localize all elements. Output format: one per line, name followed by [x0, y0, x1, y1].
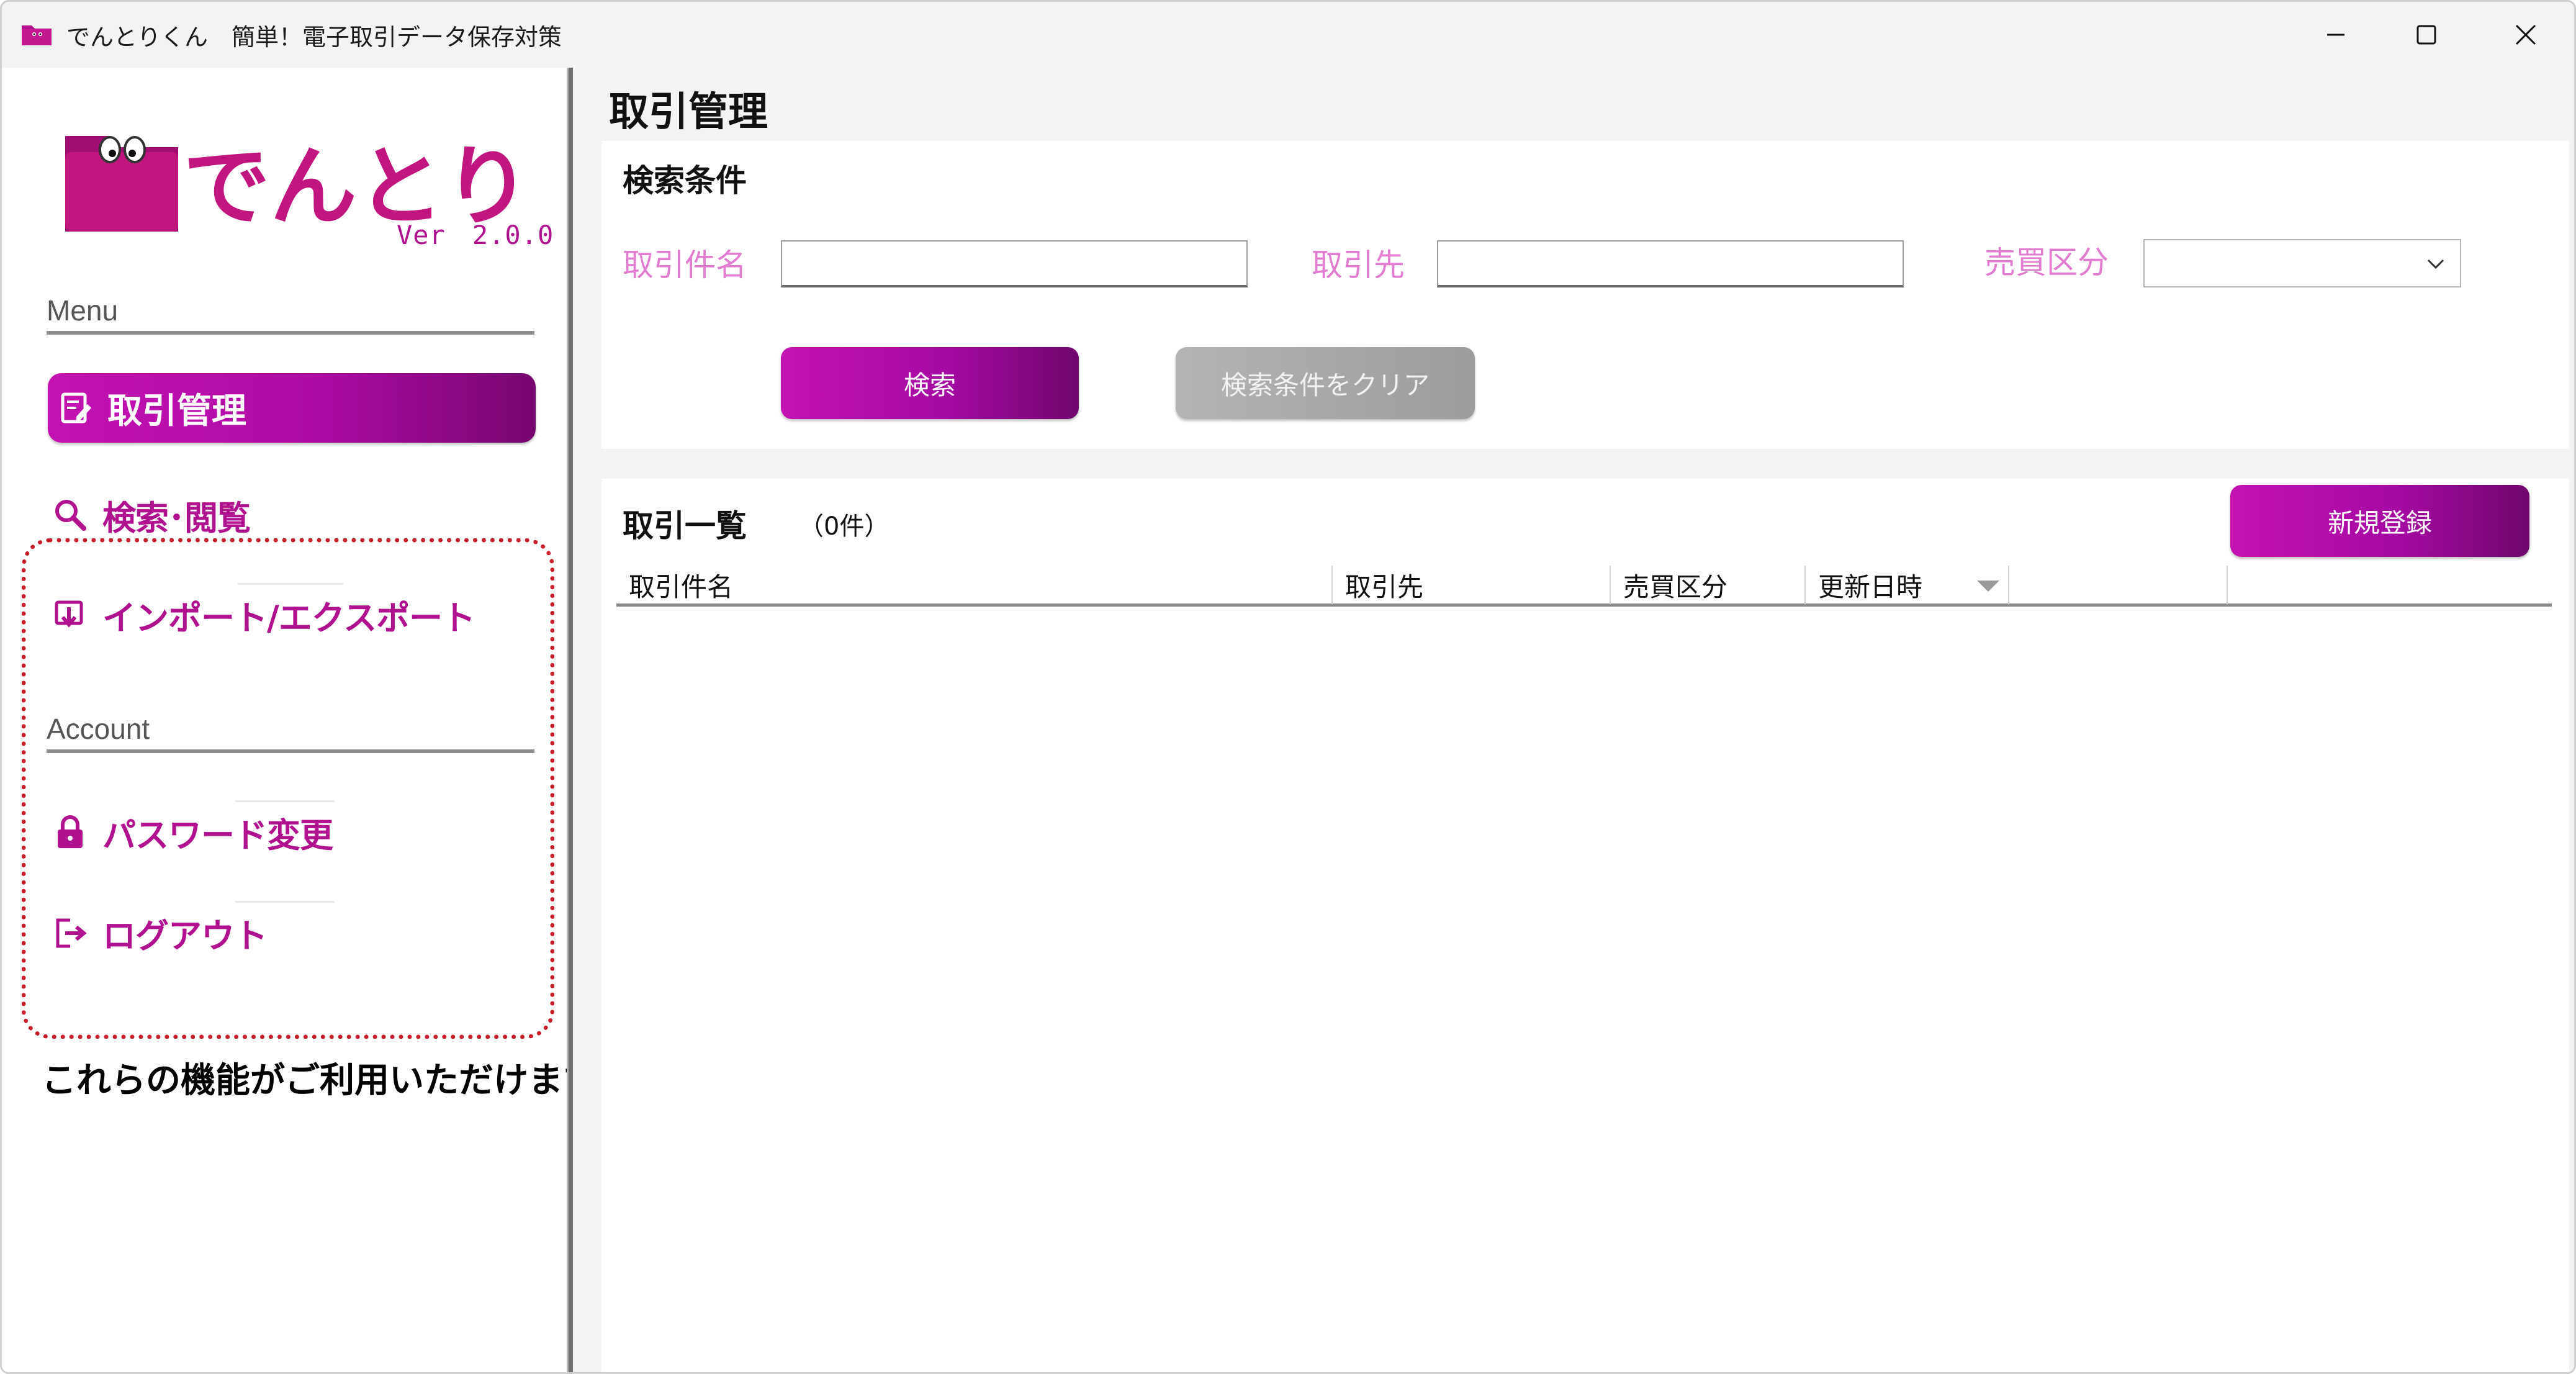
- sidebar-item-search-view[interactable]: 検索･閲覧: [50, 487, 251, 543]
- column-header-updated-at[interactable]: 更新日時: [1806, 566, 2009, 604]
- close-button[interactable]: [2476, 2, 2574, 68]
- column-header-label: 更新日時: [1818, 571, 1923, 602]
- app-folder-icon: [22, 25, 52, 45]
- account-heading-divider: [47, 749, 534, 753]
- search-icon: [50, 495, 90, 535]
- logout-icon: [50, 913, 90, 952]
- sidebar-item-label: インポート/エクスポート: [102, 598, 475, 638]
- chevron-down-icon: [2427, 259, 2444, 269]
- menu-heading: Menu: [47, 294, 119, 327]
- column-header-trade-type[interactable]: 売買区分: [1611, 566, 1806, 604]
- menu-heading-divider: [47, 331, 534, 335]
- app-window: でんとりくん 簡単！電子取引データ保存対策 でんとりくん Ver 2.0.0 M…: [0, 0, 2576, 1374]
- column-header-empty[interactable]: [2228, 566, 2552, 604]
- sidebar-item-label: ログアウト: [102, 916, 268, 956]
- transaction-list-heading: 取引一覧: [623, 508, 747, 544]
- page-title: 取引管理: [609, 89, 768, 135]
- trade-type-select[interactable]: [2143, 239, 2461, 287]
- sort-descending-icon: [1977, 581, 1999, 592]
- maximize-icon: [2416, 25, 2436, 45]
- sidebar-item-transaction-management[interactable]: 取引管理: [48, 373, 536, 443]
- partner-input[interactable]: [1437, 240, 1904, 287]
- decorative-line: [235, 901, 335, 903]
- minimize-button[interactable]: [2286, 2, 2385, 68]
- sidebar-item-label: 検索･閲覧: [102, 498, 251, 538]
- transaction-list-panel: 取引一覧 （0件） 新規登録 取引件名 取引先 売買区分 更新日時: [601, 479, 2569, 1372]
- new-registration-button[interactable]: 新規登録: [2230, 485, 2529, 557]
- sidebar: でんとりくん Ver 2.0.0 Menu 取引管理 検索･閲覧: [2, 68, 631, 1372]
- main-content: 取引管理 検索条件 取引件名 取引先 売買区分 検索 検索条件をクリア 取引一覧…: [573, 68, 2574, 1372]
- window-title: でんとりくん 簡単！電子取引データ保存対策: [66, 24, 562, 51]
- clear-conditions-button[interactable]: 検索条件をクリア: [1176, 347, 1475, 419]
- column-header-empty[interactable]: [2009, 566, 2228, 604]
- transaction-grid-header: 取引件名 取引先 売買区分 更新日時: [616, 566, 2552, 607]
- edit-document-icon: [56, 388, 96, 428]
- transaction-name-label: 取引件名: [623, 247, 747, 283]
- trade-type-label: 売買区分: [1984, 245, 2109, 281]
- sidebar-item-change-password[interactable]: パスワード変更: [50, 804, 333, 860]
- transaction-grid-body[interactable]: [616, 610, 2552, 1355]
- available-features-note: これらの機能がご利用いただけます: [23, 1044, 631, 1103]
- search-panel: 検索条件 取引件名 取引先 売買区分 検索 検索条件をクリア: [601, 141, 2569, 449]
- sidebar-item-import-export[interactable]: インポート/エクスポート: [50, 587, 475, 643]
- decorative-line: [235, 800, 335, 802]
- lock-icon: [50, 812, 90, 852]
- minimize-icon: [2327, 34, 2344, 36]
- sidebar-item-label: 取引管理: [107, 391, 246, 432]
- title-bar: でんとりくん 簡単！電子取引データ保存対策: [2, 2, 2574, 68]
- search-button[interactable]: 検索: [781, 347, 1079, 419]
- maximize-button[interactable]: [2377, 2, 2476, 68]
- search-heading: 検索条件: [623, 163, 747, 199]
- account-heading: Account: [47, 713, 150, 745]
- close-icon: [2515, 24, 2536, 45]
- sidebar-splitter[interactable]: [567, 68, 573, 1372]
- column-header-transaction-name[interactable]: 取引件名: [616, 566, 1333, 604]
- app-version: Ver 2.0.0: [397, 220, 554, 250]
- import-export-icon: [50, 595, 90, 635]
- sidebar-item-label: パスワード変更: [102, 815, 333, 855]
- transaction-name-input[interactable]: [781, 240, 1248, 287]
- decorative-line: [238, 583, 343, 585]
- transaction-count: （0件）: [799, 512, 889, 541]
- column-header-partner[interactable]: 取引先: [1333, 566, 1611, 604]
- partner-label: 取引先: [1312, 247, 1405, 283]
- sidebar-item-logout[interactable]: ログアウト: [50, 905, 268, 960]
